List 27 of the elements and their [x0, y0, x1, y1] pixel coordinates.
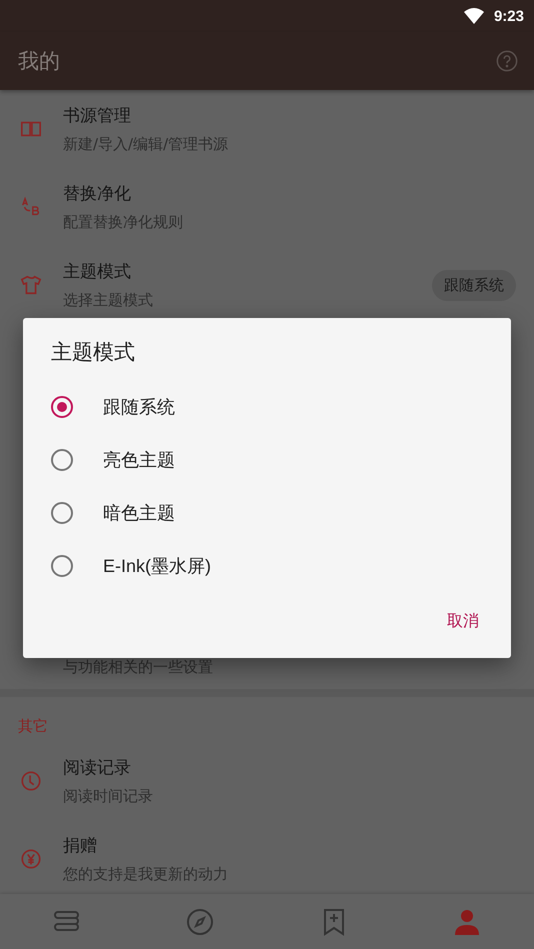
- section-header: 其它: [17, 716, 49, 737]
- yen-coin-icon: [20, 848, 42, 870]
- option-label[interactable]: 跟随系统: [103, 394, 175, 418]
- radio-button[interactable]: [51, 448, 73, 470]
- dialog-title: 主题模式: [50, 339, 136, 366]
- wifi-icon: [464, 8, 484, 24]
- item-title: 书源管理: [63, 105, 132, 127]
- radio-button[interactable]: [51, 396, 73, 418]
- compass-icon[interactable]: [186, 908, 214, 936]
- value-chip: 跟随系统: [432, 270, 516, 300]
- a-to-b-icon: [20, 196, 42, 218]
- item-title: 替换净化: [63, 183, 132, 205]
- option-label[interactable]: 暗色主题: [103, 500, 175, 524]
- cancel-button[interactable]: 取消: [439, 607, 487, 636]
- item-title: 主题模式: [63, 261, 132, 283]
- shirt-icon: [20, 274, 42, 296]
- option-label[interactable]: 亮色主题: [103, 448, 175, 472]
- option-label[interactable]: E-Ink(墨水屏): [103, 554, 211, 578]
- clock-icon: [20, 770, 42, 792]
- help-icon[interactable]: [496, 50, 518, 72]
- item-title: 阅读记录: [63, 757, 132, 779]
- status-time: 9:23: [494, 8, 524, 24]
- radio-button[interactable]: [51, 502, 73, 524]
- radio-button[interactable]: [51, 554, 73, 576]
- person-icon[interactable]: [453, 908, 482, 936]
- page-title: 我的: [18, 48, 60, 75]
- item-title: 捐赠: [63, 835, 98, 857]
